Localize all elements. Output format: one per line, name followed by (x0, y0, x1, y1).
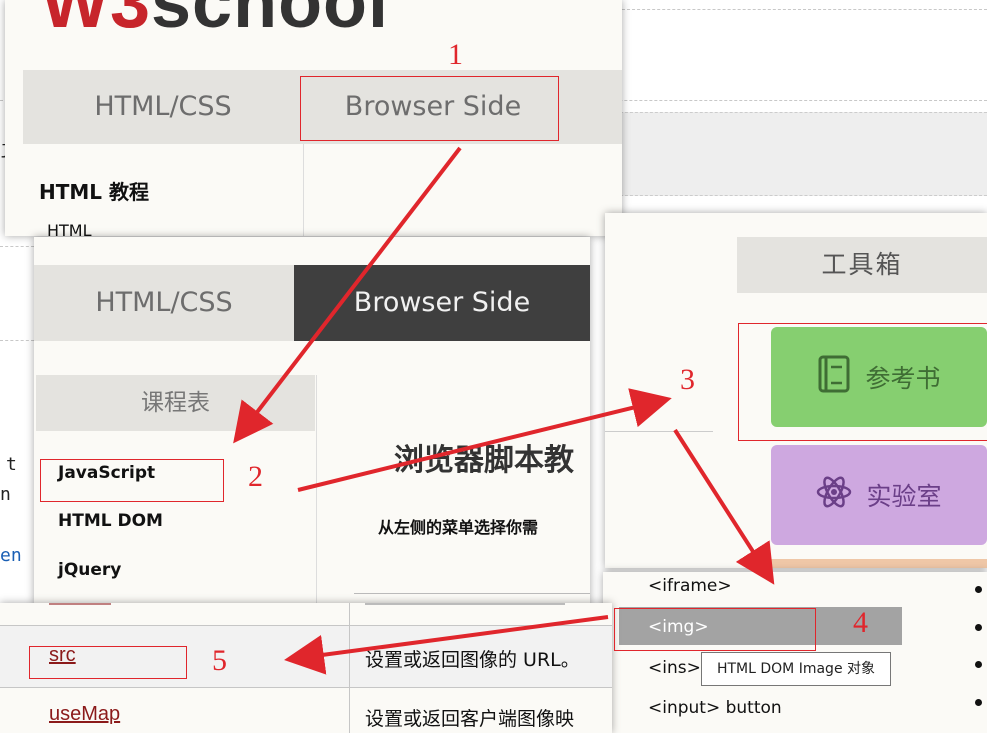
arrow-3-to-4 (673, 428, 775, 585)
annotation-arrows (233, 146, 775, 675)
arrow-2-to-3 (297, 388, 672, 492)
arrow-1-to-2 (233, 146, 462, 444)
arrow-4-to-5 (284, 615, 609, 675)
